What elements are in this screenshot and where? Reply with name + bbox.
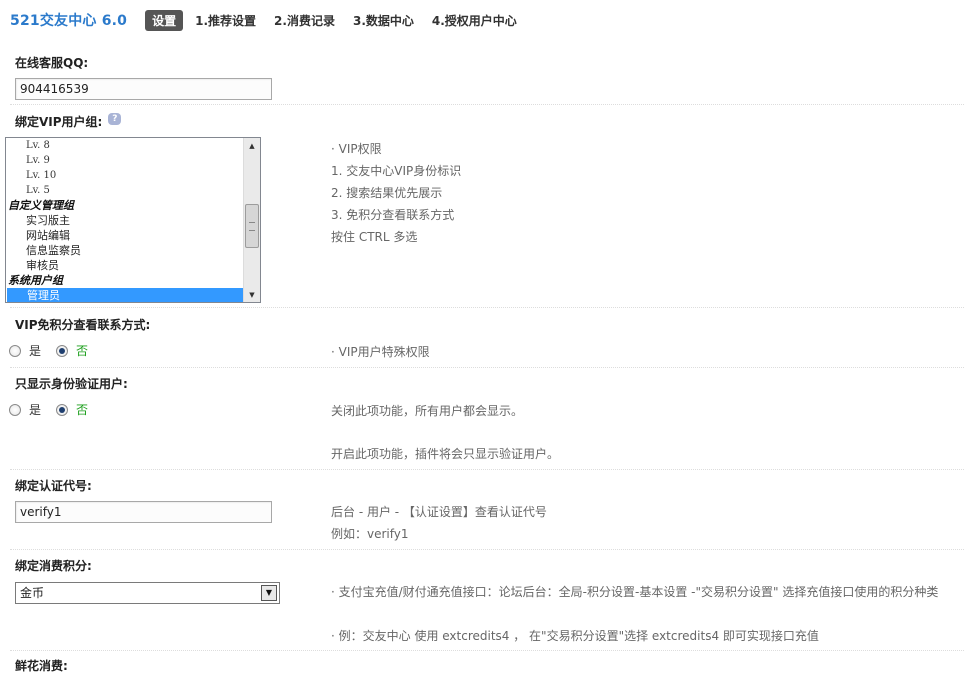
tab-settings[interactable]: 设置 xyxy=(145,9,184,31)
verify-code-desc-example: 例如：verify1 xyxy=(331,527,409,541)
tab-data-center[interactable]: 3.数据中心 xyxy=(353,12,414,29)
scroll-up-arrow-icon[interactable]: ▲ xyxy=(244,138,260,153)
listbox-option[interactable]: Lv. 9 xyxy=(6,153,243,168)
scrollbar-thumb[interactable] xyxy=(245,204,259,248)
verified-only-desc-on: 开启此项功能，插件将会只显示验证用户。 xyxy=(331,447,560,461)
listbox-scrollbar[interactable]: ▲ ▼ xyxy=(243,138,260,302)
vip-desc-line: · VIP权限 xyxy=(331,142,382,156)
flower-label: 鲜花消费: xyxy=(15,659,68,673)
header: 521交友中心 6.0 设置 1.推荐设置 2.消费记录 3.数据中心 4.授权… xyxy=(10,9,535,31)
credits-desc-example: · 例：交友中心 使用 extcredits4 ， 在"交易积分设置"选择 ex… xyxy=(331,629,819,643)
vip-free-no-radio[interactable] xyxy=(56,344,69,357)
listbox-option[interactable]: Lv. 10 xyxy=(6,168,243,183)
chevron-down-icon[interactable]: ▼ xyxy=(261,585,277,601)
listbox-option[interactable]: 管理员 xyxy=(7,288,243,302)
credits-select-value: 金币 xyxy=(20,586,45,600)
vip-group-listbox[interactable]: Lv. 8 Lv. 9 Lv. 10 Lv. 5 自定义管理组 实习版主 网站编辑 信息监察员… xyxy=(5,137,261,303)
vip-free-no-label[interactable]: 否 xyxy=(76,342,88,359)
tab-recommend-settings[interactable]: 1.推荐设置 xyxy=(195,12,256,29)
vip-desc-line: 1. 交友中心VIP身份标识 xyxy=(331,164,462,178)
scroll-down-arrow-icon[interactable]: ▼ xyxy=(244,287,260,302)
listbox-option[interactable]: 网站编辑 xyxy=(6,228,243,243)
vip-free-yes-label[interactable]: 是 xyxy=(29,342,41,359)
vip-free-section: VIP免积分查看联系方式: xyxy=(10,308,964,368)
vip-free-label: VIP免积分查看联系方式: xyxy=(15,318,151,332)
help-icon[interactable]: ? xyxy=(108,113,122,125)
verified-only-yes-radio[interactable] xyxy=(9,403,21,416)
vip-free-description: · VIP用户特殊权限 xyxy=(331,345,430,359)
verified-only-desc-off: 关闭此项功能，所有用户都会显示。 xyxy=(331,404,524,418)
tab-consumption-records[interactable]: 2.消费记录 xyxy=(274,12,335,29)
flower-section: 鲜花消费: xyxy=(10,651,964,674)
credits-desc-recharge: · 支付宝充值/财付通充值接口：论坛后台：全局-积分设置-基本设置 -"交易积分… xyxy=(331,585,939,599)
listbox-option[interactable]: 信息监察员 xyxy=(6,243,243,258)
credits-select[interactable]: 金币 ▼ xyxy=(15,582,280,604)
verify-code-label: 绑定认证代号: xyxy=(15,479,92,493)
verify-code-desc-line: 后台 - 用户 - 【认证设置】查看认证代号 xyxy=(331,505,547,519)
verified-only-yes-label[interactable]: 是 xyxy=(29,401,41,418)
listbox-option[interactable]: 审核员 xyxy=(6,258,243,273)
vip-desc-line: 2. 搜索结果优先展示 xyxy=(331,186,443,200)
verified-only-no-label[interactable]: 否 xyxy=(76,401,88,418)
qq-section: 在线客服QQ: xyxy=(10,48,964,105)
listbox-option[interactable]: Lv. 5 xyxy=(6,183,243,198)
app-title: 521交友中心 6.0 xyxy=(10,13,128,29)
vip-desc-line: 3. 免积分查看联系方式 xyxy=(331,208,455,222)
vip-free-yes-radio[interactable] xyxy=(9,344,21,357)
verified-only-label: 只显示身份验证用户: xyxy=(15,377,128,391)
vip-group-label: 绑定VIP用户组:? xyxy=(15,113,122,130)
listbox-optgroup: 自定义管理组 xyxy=(8,199,74,212)
verified-only-no-radio[interactable] xyxy=(56,403,69,416)
credits-label: 绑定消费积分: xyxy=(15,559,92,573)
vip-group-description: · VIP权限 1. 交友中心VIP身份标识 2. 搜索结果优先展示 3. 免积… xyxy=(331,138,461,248)
qq-input[interactable] xyxy=(15,78,272,100)
vip-free-radio-group: 是 否 xyxy=(9,342,88,359)
listbox-optgroup: 系统用户组 xyxy=(8,274,63,287)
listbox-option[interactable]: Lv. 8 xyxy=(6,138,243,153)
qq-label: 在线客服QQ: xyxy=(15,56,89,70)
verified-only-radio-group: 是 否 xyxy=(9,401,88,418)
verify-code-input[interactable] xyxy=(15,501,272,523)
vip-desc-line: 按住 CTRL 多选 xyxy=(331,230,418,244)
verify-code-description: 后台 - 用户 - 【认证设置】查看认证代号 例如：verify1 xyxy=(331,501,547,545)
tab-authorized-user-center[interactable]: 4.授权用户中心 xyxy=(432,12,517,29)
listbox-option[interactable]: 实习版主 xyxy=(6,213,243,228)
vip-group-options: Lv. 8 Lv. 9 Lv. 10 Lv. 5 自定义管理组 实习版主 网站编辑 信息监察员… xyxy=(6,138,243,302)
vip-group-label-text: 绑定VIP用户组: xyxy=(15,115,103,129)
